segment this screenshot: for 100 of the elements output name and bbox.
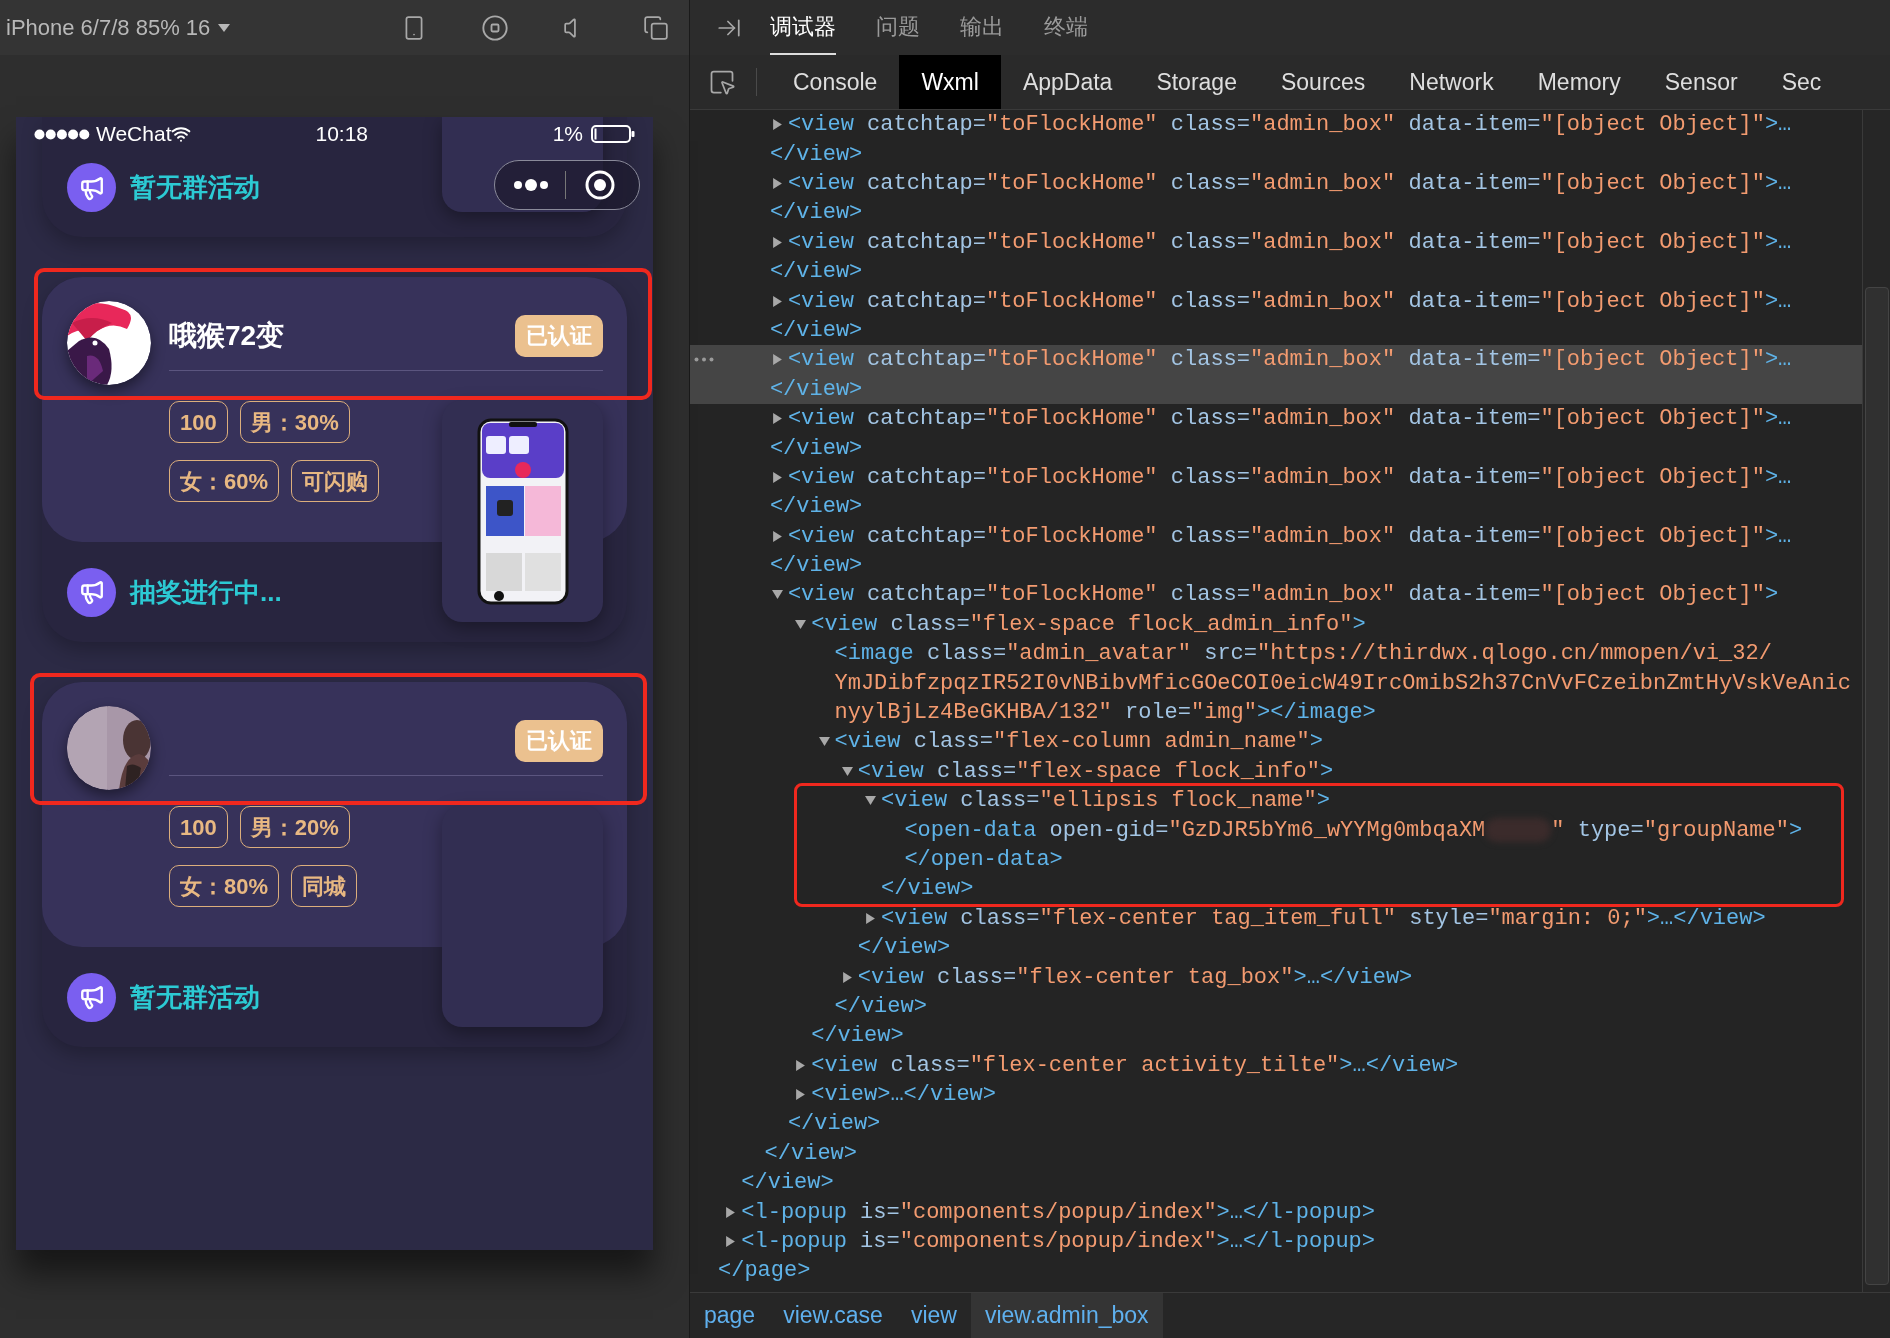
code-text: <view class="flex-space flock_admin_info">: [811, 610, 1366, 639]
expand-arrow-icon[interactable]: [771, 530, 783, 542]
tab[interactable]: 问题: [876, 0, 920, 55]
expand-arrow-icon[interactable]: [841, 971, 853, 983]
expand-arrow-icon[interactable]: [771, 413, 783, 425]
breadcrumb-item[interactable]: page: [690, 1293, 770, 1338]
group-card[interactable]: 已认证 100 男：20% 女：80% 同城 暂无群活动: [42, 682, 627, 1047]
expand-arrow-icon[interactable]: [771, 295, 783, 307]
code-text: nyylBjLz4BeGKHBA/132" role="img"></image>: [834, 699, 1376, 727]
panel-tab[interactable]: AppData: [1000, 55, 1135, 109]
panel-tab[interactable]: Memory: [1515, 55, 1643, 109]
collapse-arrow-icon[interactable]: [841, 765, 853, 777]
caret-icon: [218, 23, 231, 32]
code-text: <view>…</view>: [811, 1081, 997, 1110]
windows-icon[interactable]: [643, 14, 669, 41]
code-text: <view class="flex-center tag_box">…</view>: [857, 963, 1413, 992]
code-text: <view catchtap="toFlockHome" class="admin_box" data-item="[object Object]">…: [787, 463, 1792, 492]
expand-arrow-icon[interactable]: [725, 1206, 737, 1218]
expand-arrow-icon[interactable]: [771, 119, 783, 131]
panel-tab[interactable]: Storage: [1134, 55, 1259, 109]
group-card[interactable]: 哦猴72变 已认证 100 男：30% 女：60% 可闪购 抽奖进行中...: [42, 277, 627, 642]
code-text: </view>: [811, 1022, 904, 1051]
code-text: </view>: [769, 199, 863, 228]
breadcrumb-item[interactable]: view.admin_box: [970, 1293, 1163, 1338]
code-text: <l-popup is="components/popup/index">…</l-popup>: [741, 1198, 1376, 1227]
expand-arrow-icon[interactable]: [771, 354, 783, 366]
code-text: <view catchtap="toFlockHome" class="admin_box" data-item="[object Object]">…: [787, 170, 1792, 198]
code-text: <view catchtap="toFlockHome" class="admin_box" data-item="[object Object]">…: [787, 111, 1792, 140]
code-text: <view catchtap="toFlockHome" class="admin_box" data-item="[object Object]">…: [787, 228, 1792, 257]
tag: 同城: [291, 865, 358, 907]
tab[interactable]: 输出: [960, 0, 1004, 55]
code-text: <view catchtap="toFlockHome" class="admin_box" data-item="[object Object]">…: [787, 405, 1792, 434]
expand-arrow-icon[interactable]: [795, 1059, 807, 1071]
code-text: </view>: [764, 1139, 857, 1168]
code-text: </view>: [769, 493, 863, 522]
code-text: <image class="admin_avatar" src="https://thirdwx.qlogo.cn/mmopen/vi_32/: [834, 640, 1772, 669]
code-text: </view>: [769, 140, 863, 169]
signal-icon: [34, 128, 90, 140]
scrollbar[interactable]: [1862, 110, 1890, 1292]
expand-arrow-icon[interactable]: [771, 471, 783, 483]
code-text: <view catchtap="toFlockHome" class="admin_box" data-item="[object Object]">…: [787, 346, 1792, 375]
scrollbar-thumb[interactable]: [1864, 287, 1889, 1285]
code-text: </view>: [769, 434, 863, 463]
tag: 女：60%: [169, 460, 280, 502]
code-text: <open-data open-gid="GzDJR5bYm6_wYYMg0mbqaXM: [904, 816, 1486, 845]
activity-status: 暂无群活动: [130, 980, 260, 1014]
expand-arrow-icon[interactable]: [771, 177, 783, 189]
megaphone-icon: [67, 567, 116, 617]
code-text: </view>: [834, 992, 927, 1021]
expand-arrow-icon[interactable]: [865, 912, 877, 924]
carrier-name: WeChat: [96, 121, 172, 148]
close-target-icon[interactable]: [584, 169, 616, 201]
tag: 男：30%: [239, 401, 350, 443]
wifi-icon: [171, 124, 192, 144]
breadcrumb-item[interactable]: view: [896, 1293, 971, 1338]
panel-tab[interactable]: Console: [771, 55, 900, 109]
code-text: <view catchtap="toFlockHome" class="admin_box" data-item="[object Object]">…: [787, 287, 1792, 316]
collapse-arrow-icon[interactable]: [795, 618, 807, 630]
verified-badge: 已认证: [515, 314, 603, 357]
collapse-arrow-icon[interactable]: [771, 589, 783, 601]
code-text: </view>: [769, 258, 863, 287]
expand-arrow-icon[interactable]: [771, 236, 783, 248]
collapse-arrow-icon[interactable]: [865, 795, 877, 807]
code-text: " type="groupName">: [1551, 816, 1803, 845]
code-text: </page>: [718, 1257, 811, 1286]
battery-percentage: 1%: [552, 121, 583, 148]
code-text: </open-data>: [904, 845, 1063, 874]
panel-tab[interactable]: Sec: [1759, 55, 1844, 109]
tag: 100: [169, 401, 228, 443]
code-text: </view>: [769, 316, 863, 345]
expand-arrow-icon[interactable]: [795, 1089, 807, 1101]
code-text: <view class="flex-column admin_name">: [834, 728, 1323, 757]
megaphone-icon: [67, 163, 116, 212]
tab[interactable]: 终端: [1044, 0, 1088, 55]
megaphone-icon: [67, 972, 116, 1022]
stop-icon[interactable]: [481, 13, 509, 42]
panel-tab[interactable]: Sensor: [1642, 55, 1760, 109]
collapse-arrow-icon[interactable]: [818, 736, 830, 748]
redaction-blur: [1485, 818, 1552, 843]
code-text: <view class="flex-center activity_tilte">…</view>: [811, 1051, 1459, 1080]
panel-tab[interactable]: Wxml: [899, 55, 1001, 109]
breadcrumb-item[interactable]: view.case: [769, 1293, 897, 1338]
device-selector[interactable]: iPhone 6/7/8 85% 16: [6, 11, 231, 44]
code-text: </view>: [787, 1110, 881, 1139]
tag: 男：20%: [239, 806, 350, 848]
code-text: <view class="flex-center tag_item_full" style="margin: 0;">…</view>: [881, 904, 1766, 933]
battery-icon: [591, 125, 635, 143]
panel-tab[interactable]: Sources: [1258, 55, 1388, 109]
inspect-icon[interactable]: [708, 68, 736, 96]
verified-badge: 已认证: [515, 719, 603, 762]
code-text: </view>: [769, 375, 863, 404]
expand-arrow-icon[interactable]: [725, 1236, 737, 1248]
code-text: YmJDibfzpqzIR52I0vNBibvMficGOeCOI0eicW49IrcOmibS2h37CnVvFCzeibnZmtHyVskVeAnic: [834, 669, 1852, 698]
code-text: <view class="ellipsis flock_name">: [881, 787, 1330, 816]
code-text: <view catchtap="toFlockHome" class="admin_box" data-item="[object Object]">…: [787, 522, 1792, 551]
code-text: </view>: [741, 1169, 834, 1198]
more-icon[interactable]: [513, 179, 549, 191]
panel-tab[interactable]: Network: [1387, 55, 1516, 109]
code-text: <l-popup is="components/popup/index">…</l-popup>: [741, 1228, 1376, 1257]
tag: 女：80%: [169, 865, 280, 907]
